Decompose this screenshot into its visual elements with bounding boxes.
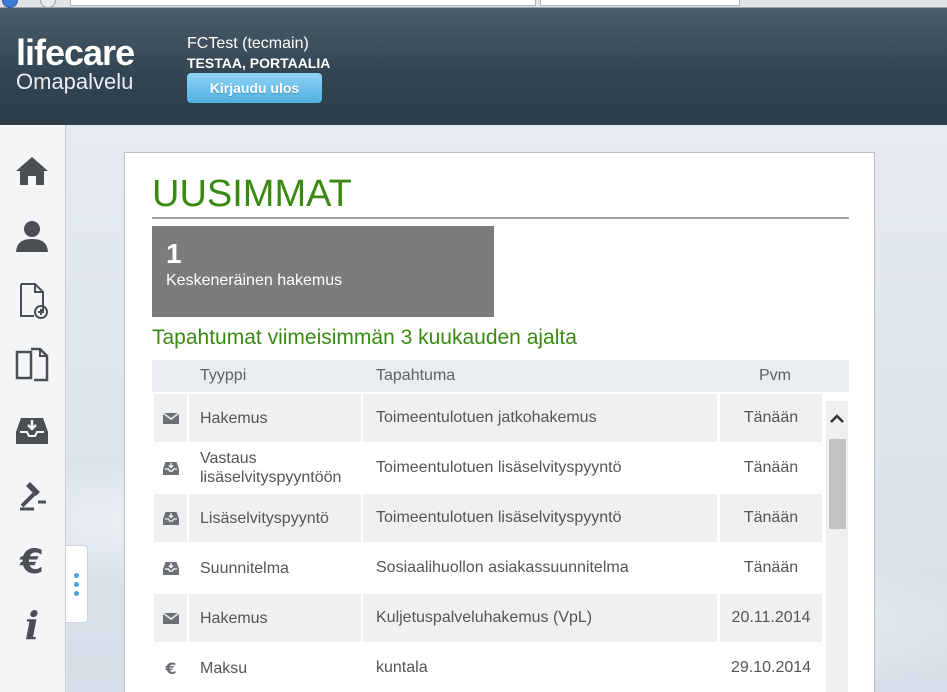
- row-date: Tänään: [743, 459, 799, 476]
- row-date: Tänään: [743, 559, 799, 576]
- table-row[interactable]: Vastaus lisäselvityspyyntöön Toimeentulo…: [152, 443, 824, 493]
- logo-brand: lifecare: [16, 32, 135, 73]
- handle-dot: [74, 590, 79, 596]
- table-row[interactable]: Lisäselvityspyyntö Toimeentulotuen lisäs…: [152, 493, 824, 543]
- user-name: FCTest (tecmain): [187, 35, 309, 52]
- browser-forward-button[interactable]: [40, 0, 56, 8]
- app-logo[interactable]: lifecare Omapalvelu: [16, 32, 135, 94]
- row-type-icon: [154, 394, 187, 442]
- sidebar-item-home[interactable]: [9, 147, 55, 193]
- sidebar-expand-handle[interactable]: [66, 545, 88, 623]
- row-event: Toimeentulotuen jatkohakemus: [363, 394, 717, 442]
- row-type: Lisäselvityspyyntö: [189, 494, 361, 542]
- table-row[interactable]: Hakemus Kuljetuspalveluhakemus (VpL) 20.…: [152, 593, 824, 643]
- documents-icon: [15, 347, 49, 382]
- row-date: 29.10.2014: [730, 659, 812, 676]
- home-icon: [16, 157, 48, 185]
- events-heading: Tapahtumat viimeisimmän 3 kuukauden ajal…: [152, 326, 577, 349]
- new-document-icon: [20, 283, 48, 319]
- handle-dot: [74, 572, 79, 578]
- row-date: Tänään: [720, 394, 822, 442]
- sidebar-item-new-application[interactable]: [9, 277, 55, 323]
- user-icon: [16, 221, 48, 252]
- row-type: Vastaus lisäselvityspyyntöön: [200, 450, 342, 486]
- euro-icon: €: [164, 659, 176, 677]
- column-header-event: Tapahtuma: [376, 367, 456, 384]
- page-title: UUSIMMAT: [152, 173, 352, 215]
- row-date: 20.11.2014: [720, 594, 822, 642]
- row-type: Suunnitelma: [200, 559, 289, 577]
- latest-panel: UUSIMMAT 1 Keskeneräinen hakemus Tapahtu…: [124, 152, 875, 692]
- sidebar-item-info[interactable]: i: [9, 601, 55, 647]
- sidebar-item-profile[interactable]: [9, 213, 55, 259]
- title-divider: [152, 217, 849, 219]
- browser-tab[interactable]: [540, 0, 740, 6]
- logout-button[interactable]: Kirjaudu ulos: [187, 73, 322, 103]
- table-row[interactable]: Hakemus Toimeentulotuen jatkohakemus Tän…: [152, 393, 824, 443]
- mail-icon: [162, 612, 179, 624]
- sidebar-item-documents[interactable]: [9, 341, 55, 387]
- mail-icon: [162, 412, 179, 424]
- inbox-tray-icon: [162, 462, 179, 475]
- row-type-icon: [154, 494, 187, 542]
- handle-dot: [74, 581, 79, 587]
- table-row[interactable]: Suunnitelma Sosiaalihuollon asiakassuunn…: [152, 543, 824, 593]
- user-info: FCTest (tecmain) TESTAA, PORTAALIA: [187, 34, 330, 72]
- row-event: kuntala: [376, 659, 428, 676]
- euro-icon: €: [19, 542, 44, 580]
- row-type-icon: [154, 594, 187, 642]
- svg-text:€: €: [164, 659, 176, 677]
- svg-text:€: €: [19, 542, 44, 580]
- chevron-up-icon[interactable]: [828, 410, 846, 428]
- row-type: Hakemus: [189, 394, 361, 442]
- row-type: Hakemus: [189, 594, 361, 642]
- tile-count: 1: [166, 238, 182, 269]
- incomplete-applications-tile[interactable]: 1 Keskeneräinen hakemus: [152, 226, 494, 317]
- browser-back-button[interactable]: [2, 0, 18, 8]
- row-type: Maksu: [200, 659, 248, 677]
- user-organization: TESTAA, PORTAALIA: [187, 55, 331, 71]
- inbox-tray-icon: [162, 512, 179, 525]
- svg-text:i: i: [25, 604, 39, 644]
- info-icon: i: [25, 604, 39, 644]
- row-event: Toimeentulotuen lisäselvityspyyntö: [376, 459, 622, 476]
- row-type-icon: [154, 444, 187, 492]
- logo-subtitle: Omapalvelu: [16, 69, 134, 94]
- inbox-tray-icon: [162, 562, 179, 575]
- scrollbar-thumb[interactable]: [829, 439, 846, 529]
- row-event: Kuljetuspalveluhakemus (VpL): [363, 594, 717, 642]
- row-type-icon: [154, 544, 187, 592]
- column-header-type: Tyyppi: [200, 367, 247, 384]
- row-type-icon: €: [154, 644, 187, 692]
- sidebar-item-inbox[interactable]: [9, 407, 55, 453]
- row-date: Tänään: [720, 494, 822, 542]
- inbox-icon: [16, 418, 48, 444]
- sidebar-item-payments[interactable]: €: [9, 537, 55, 583]
- row-event: Toimeentulotuen lisäselvityspyyntö: [363, 494, 717, 542]
- table-row[interactable]: € Maksu kuntala 29.10.2014: [152, 643, 824, 692]
- browser-address-bar[interactable]: [70, 0, 536, 6]
- browser-chrome: [0, 0, 947, 8]
- column-header-date: Pvm: [759, 367, 791, 384]
- sidebar-item-decisions[interactable]: [9, 473, 55, 519]
- app-header: lifecare Omapalvelu FCTest (tecmain) TES…: [0, 8, 947, 125]
- gavel-icon: [20, 482, 46, 511]
- tile-label: Keskeneräinen hakemus: [166, 272, 343, 289]
- table-scrollbar[interactable]: [826, 401, 848, 692]
- events-table-header: Tyyppi Tapahtuma Pvm: [152, 360, 849, 392]
- row-event: Sosiaalihuollon asiakassuunnitelma: [376, 559, 629, 576]
- sidebar-nav: € i: [0, 125, 66, 692]
